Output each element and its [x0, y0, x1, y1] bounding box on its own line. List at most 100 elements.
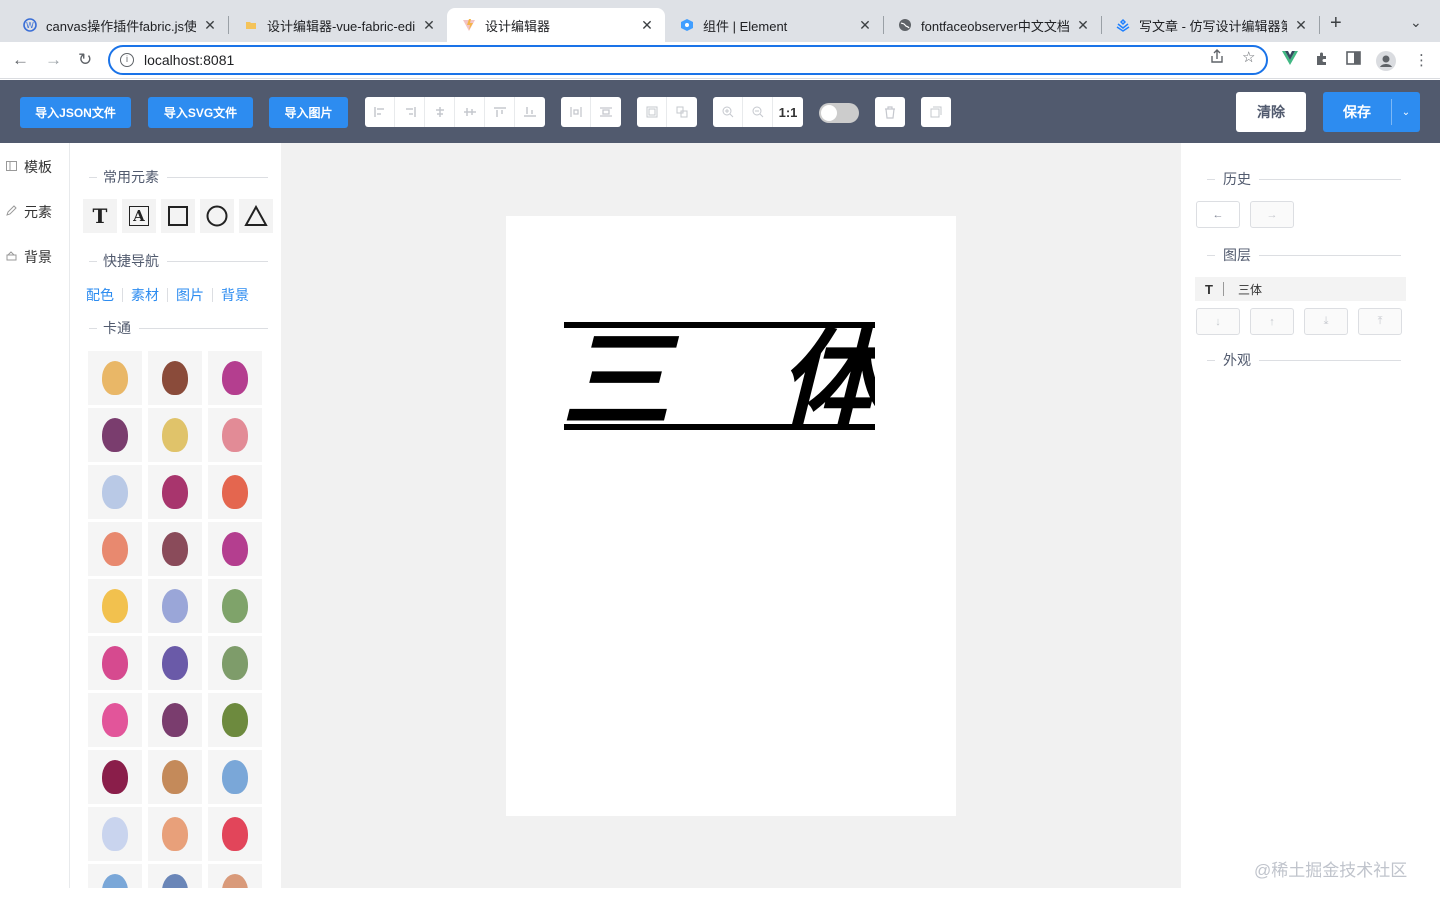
align-middle-icon[interactable] — [455, 97, 485, 127]
zoom-reset-button[interactable]: 1:1 — [773, 97, 803, 127]
cartoon-item[interactable] — [148, 750, 202, 804]
share-icon[interactable] — [1210, 48, 1224, 68]
quick-link-background[interactable]: 背景 — [221, 285, 249, 305]
distribute-h-icon[interactable] — [561, 97, 591, 127]
cartoon-item[interactable] — [88, 522, 142, 576]
cartoon-item[interactable] — [88, 750, 142, 804]
close-icon[interactable]: ✕ — [1293, 17, 1309, 34]
save-button[interactable]: 保存 ⌄ — [1323, 92, 1420, 132]
cartoon-item[interactable] — [148, 351, 202, 405]
move-down-button[interactable]: ↓ — [1196, 308, 1240, 335]
cartoon-item[interactable] — [148, 408, 202, 462]
cartoon-item[interactable] — [88, 351, 142, 405]
menu-item-background[interactable]: 背景 — [6, 247, 52, 267]
quick-link-color[interactable]: 配色 — [86, 285, 114, 305]
browser-tab-1[interactable]: W canvas操作插件fabric.js使用 ✕ — [8, 8, 228, 42]
clear-button[interactable]: 清除 — [1236, 92, 1306, 132]
back-icon[interactable]: ← — [12, 50, 29, 70]
import-svg-button[interactable]: 导入SVG文件 — [148, 97, 253, 128]
zoom-in-icon[interactable] — [713, 97, 743, 127]
cartoon-item[interactable] — [208, 465, 262, 519]
close-icon[interactable]: ✕ — [857, 17, 873, 34]
reload-icon[interactable]: ↻ — [78, 50, 92, 70]
zoom-out-icon[interactable] — [743, 97, 773, 127]
browser-tab-6[interactable]: 写文章 - 仿写设计编辑器第三 ✕ — [1101, 8, 1319, 42]
redo-button[interactable]: → — [1250, 201, 1294, 228]
browser-tab-2[interactable]: 设计编辑器-vue-fabric-editor ✕ — [229, 8, 447, 42]
menu-item-template[interactable]: 模板 — [6, 157, 52, 177]
align-left-icon[interactable] — [365, 97, 395, 127]
align-bottom-icon[interactable] — [515, 97, 545, 127]
cartoon-item[interactable] — [148, 465, 202, 519]
circle-tool[interactable] — [200, 199, 234, 233]
import-json-button[interactable]: 导入JSON文件 — [20, 97, 131, 128]
cartoon-item[interactable] — [208, 807, 262, 861]
distribute-v-icon[interactable] — [591, 97, 621, 127]
info-icon[interactable]: i — [120, 53, 134, 67]
cartoon-item[interactable] — [88, 579, 142, 633]
close-icon[interactable]: ✕ — [202, 17, 218, 34]
more-vert-icon[interactable]: ⋮ — [1414, 51, 1429, 69]
cartoon-item[interactable] — [148, 807, 202, 861]
move-bottom-button[interactable]: ⤓ — [1304, 308, 1348, 335]
cartoon-item[interactable] — [208, 636, 262, 690]
drawing-mode-toggle[interactable] — [819, 103, 859, 123]
cartoon-item[interactable] — [88, 465, 142, 519]
rectangle-tool[interactable] — [161, 199, 195, 233]
browser-tab-5[interactable]: fontfaceobserver中文文档 ✕ — [883, 8, 1101, 42]
cartoon-item[interactable] — [208, 408, 262, 462]
profile-icon[interactable] — [1376, 51, 1396, 75]
chevron-down-icon[interactable]: ⌄ — [1392, 107, 1420, 118]
cartoon-item[interactable] — [88, 864, 142, 888]
ungroup-icon[interactable] — [667, 97, 697, 127]
group-button-group — [637, 97, 697, 127]
cartoon-item[interactable] — [208, 579, 262, 633]
align-center-h-icon[interactable] — [425, 97, 455, 127]
delete-icon[interactable] — [875, 97, 905, 127]
extensions-icon[interactable] — [1314, 51, 1329, 70]
cartoon-item[interactable] — [208, 693, 262, 747]
triangle-tool[interactable] — [239, 199, 273, 233]
star-icon[interactable]: ☆ — [1242, 48, 1255, 66]
move-up-button[interactable]: ↑ — [1250, 308, 1294, 335]
quick-link-image[interactable]: 图片 — [176, 285, 204, 305]
browser-tab-4[interactable]: 组件 | Element ✕ — [665, 8, 883, 42]
cartoon-item[interactable] — [88, 636, 142, 690]
cartoon-item[interactable] — [208, 864, 262, 888]
forward-icon[interactable]: → — [45, 50, 62, 70]
align-top-icon[interactable] — [485, 97, 515, 127]
menu-item-element[interactable]: 元素 — [6, 202, 52, 222]
move-top-button[interactable]: ⤒ — [1358, 308, 1402, 335]
canvas-text-object[interactable]: 三体 — [564, 322, 875, 430]
close-icon[interactable]: ✕ — [1075, 17, 1091, 34]
url-input[interactable]: i localhost:8081 — [108, 45, 1268, 75]
cartoon-item[interactable] — [148, 522, 202, 576]
text-tool[interactable]: T — [83, 199, 117, 233]
layer-item[interactable]: T 三体 — [1195, 277, 1406, 301]
quick-link-material[interactable]: 素材 — [131, 285, 159, 305]
close-icon[interactable]: ✕ — [639, 17, 655, 34]
cartoon-item[interactable] — [208, 750, 262, 804]
artboard[interactable]: 三体 — [506, 216, 956, 816]
cartoon-item[interactable] — [208, 351, 262, 405]
cartoon-item[interactable] — [208, 522, 262, 576]
vue-devtools-icon[interactable] — [1282, 51, 1298, 69]
cartoon-item[interactable] — [88, 693, 142, 747]
undo-button[interactable]: ← — [1196, 201, 1240, 228]
align-right-icon[interactable] — [395, 97, 425, 127]
cartoon-item[interactable] — [148, 693, 202, 747]
textbox-tool[interactable]: A — [122, 199, 156, 233]
cartoon-item[interactable] — [148, 579, 202, 633]
copy-icon[interactable] — [921, 97, 951, 127]
browser-tab-3[interactable]: 设计编辑器 ✕ — [447, 8, 665, 42]
new-tab-icon[interactable]: + — [1330, 12, 1342, 35]
close-icon[interactable]: ✕ — [421, 17, 437, 34]
group-icon[interactable] — [637, 97, 667, 127]
import-image-button[interactable]: 导入图片 — [269, 97, 348, 128]
cartoon-item[interactable] — [88, 807, 142, 861]
cartoon-item[interactable] — [148, 864, 202, 888]
sidepanel-icon[interactable] — [1346, 51, 1361, 69]
chevron-down-icon[interactable]: ⌄ — [1410, 14, 1422, 31]
cartoon-item[interactable] — [88, 408, 142, 462]
cartoon-item[interactable] — [148, 636, 202, 690]
